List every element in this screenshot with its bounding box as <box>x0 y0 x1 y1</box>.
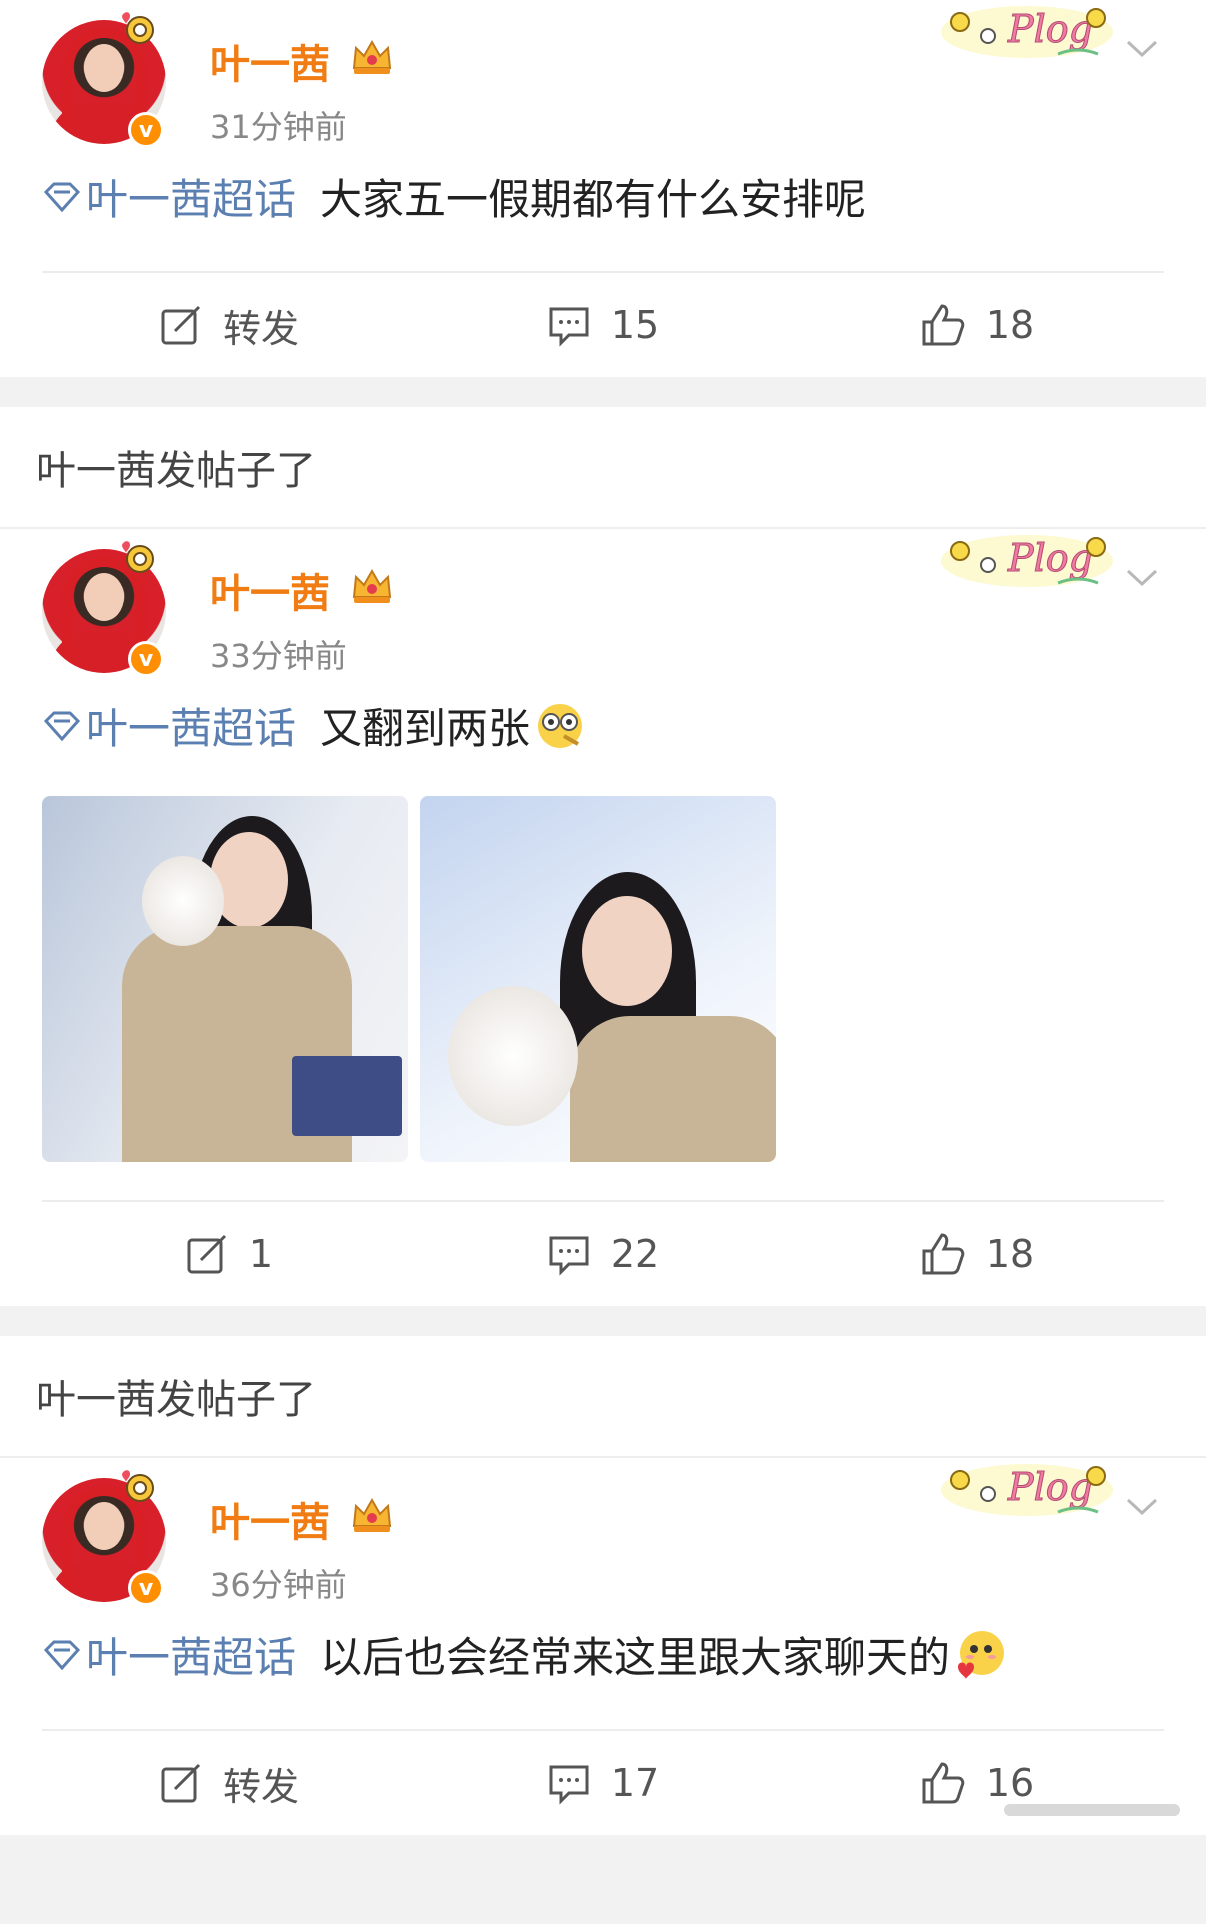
post-photo[interactable] <box>42 796 408 1162</box>
repost-count: 1 <box>248 1232 274 1276</box>
post-header: v 叶一茜 31分钟前 Plog <box>0 0 1206 148</box>
post-content: 叶一茜超话 又翻到两张 <box>0 677 1206 756</box>
repost-button[interactable]: 转发 <box>42 1756 416 1811</box>
svg-text:Plog: Plog <box>1007 536 1093 580</box>
super-topic-link[interactable]: 叶一茜超话 <box>86 166 296 227</box>
comment-button[interactable]: 15 <box>416 303 790 347</box>
like-count: 18 <box>985 1232 1035 1276</box>
verified-badge-icon: v <box>128 112 164 148</box>
post-2: v 叶一茜 33分钟前 Plog 叶一茜超话 又翻到两张 1 22 18 <box>0 529 1206 1306</box>
chevron-down-icon[interactable] <box>1124 565 1160 589</box>
like-count: 18 <box>985 303 1035 347</box>
comment-count: 15 <box>610 303 660 347</box>
super-topic-link[interactable]: 叶一茜超话 <box>86 695 296 756</box>
username[interactable]: 叶一茜 <box>210 1490 330 1548</box>
comment-button[interactable]: 17 <box>416 1761 790 1805</box>
post-photo[interactable] <box>420 796 776 1162</box>
super-topic-icon <box>43 711 81 741</box>
post-content: 叶一茜超话 以后也会经常来这里跟大家聊天的 <box>0 1606 1206 1685</box>
username[interactable]: 叶一茜 <box>210 561 330 619</box>
repost-label: 转发 <box>222 306 299 351</box>
photo-grid <box>0 756 1206 1162</box>
avatar-pendant-icon <box>122 541 154 573</box>
thumbs-up-icon <box>922 304 965 346</box>
plog-sticker-icon: Plog <box>941 1464 1113 1516</box>
post-time: 33分钟前 <box>210 637 347 675</box>
like-button[interactable]: 18 <box>790 1231 1164 1277</box>
post-notice: 叶一茜发帖子了 <box>0 1336 1206 1458</box>
comment-icon <box>549 307 589 347</box>
action-bar: 转发 17 16 <box>0 1731 1206 1835</box>
plog-sticker-icon: Plog <box>941 6 1113 58</box>
repost-icon <box>161 305 201 345</box>
repost-label: 转发 <box>222 1764 299 1809</box>
repost-button[interactable]: 转发 <box>42 298 416 353</box>
post-1: v 叶一茜 31分钟前 Plog 叶一茜超话 大家五一假期都有什么安排呢 转发 … <box>0 0 1206 377</box>
heart-face-emoji-icon <box>958 1630 1005 1679</box>
verified-badge-icon: v <box>128 1570 164 1606</box>
post-text: 又翻到两张 <box>320 704 531 753</box>
post-text: 以后也会经常来这里跟大家聊天的 <box>320 1633 951 1682</box>
thumbs-up-icon <box>922 1762 965 1804</box>
comment-icon <box>549 1765 589 1805</box>
super-topic-icon <box>43 1640 81 1670</box>
post-notice: 叶一茜发帖子了 <box>0 407 1206 529</box>
thumbs-up-icon <box>922 1233 965 1275</box>
comment-count: 17 <box>610 1761 660 1805</box>
crown-icon <box>352 568 392 603</box>
avatar-pendant-icon <box>122 1470 154 1502</box>
super-topic-link[interactable]: 叶一茜超话 <box>86 1624 296 1685</box>
repost-button[interactable]: 1 <box>42 1232 416 1276</box>
post-3: v 叶一茜 36分钟前 Plog 叶一茜超话 以后也会经常来这里跟大家聊天的 转… <box>0 1458 1206 1835</box>
crown-icon <box>352 1497 392 1532</box>
post-content: 叶一茜超话 大家五一假期都有什么安排呢 <box>0 148 1206 227</box>
comment-button[interactable]: 22 <box>416 1232 790 1276</box>
action-bar: 转发 15 18 <box>0 273 1206 377</box>
chevron-down-icon[interactable] <box>1124 1494 1160 1518</box>
like-button[interactable]: 18 <box>790 302 1164 348</box>
super-topic-icon <box>43 182 81 212</box>
watermark-logo-icon <box>992 1797 1192 1823</box>
verified-badge-icon: v <box>128 641 164 677</box>
repost-icon <box>161 1763 201 1803</box>
repost-icon <box>187 1234 226 1274</box>
username[interactable]: 叶一茜 <box>210 32 330 90</box>
comment-count: 22 <box>610 1232 660 1276</box>
chevron-down-icon[interactable] <box>1124 36 1160 60</box>
svg-text:Plog: Plog <box>1007 7 1093 51</box>
post-header: v 叶一茜 36分钟前 Plog <box>0 1458 1206 1606</box>
post-header: v 叶一茜 33分钟前 Plog <box>0 529 1206 677</box>
action-bar: 1 22 18 <box>0 1202 1206 1306</box>
plog-sticker-icon: Plog <box>941 535 1113 587</box>
post-time: 36分钟前 <box>210 1566 347 1604</box>
avatar-pendant-icon <box>122 12 154 44</box>
glasses-face-emoji-icon <box>538 703 583 748</box>
svg-text:Plog: Plog <box>1007 1465 1093 1509</box>
post-time: 31分钟前 <box>210 108 347 146</box>
comment-icon <box>549 1236 589 1276</box>
crown-icon <box>352 39 392 74</box>
post-text: 大家五一假期都有什么安排呢 <box>320 175 867 224</box>
